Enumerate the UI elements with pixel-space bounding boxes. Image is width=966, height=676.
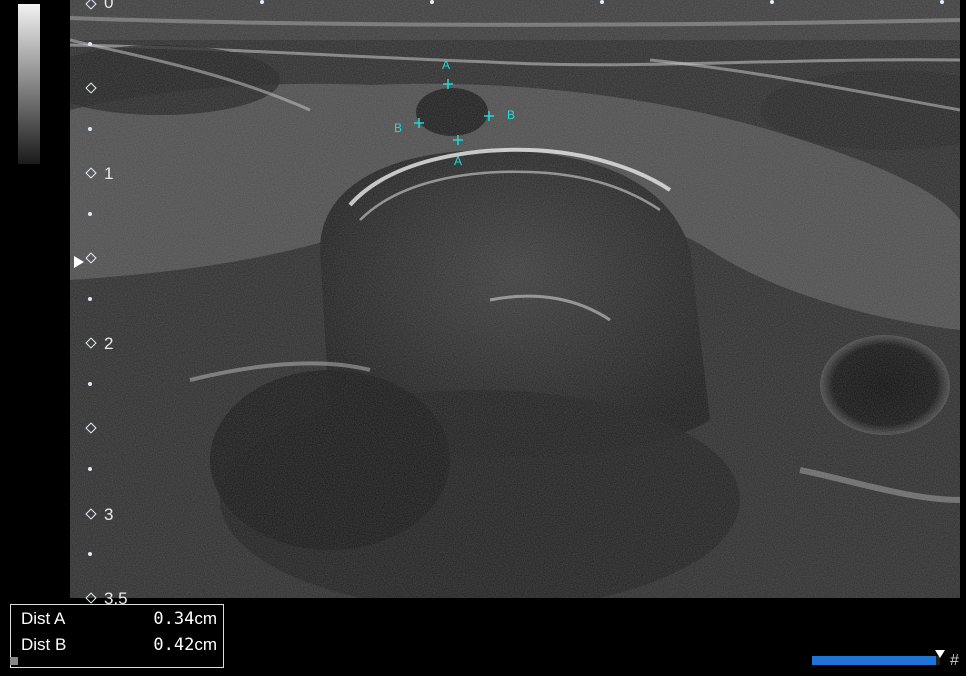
measurement-name: Dist B: [21, 635, 67, 654]
depth-tick: [88, 42, 92, 46]
ultrasound-image: A A B B: [70, 0, 960, 598]
depth-tick: [88, 212, 92, 216]
top-tick: [600, 0, 604, 4]
caliper-label-b-left: B: [394, 121, 402, 135]
focus-marker: [74, 256, 84, 268]
caliper-label-b-right: B: [507, 108, 515, 122]
top-tick: [770, 0, 774, 4]
caliper-label-a-bottom: A: [454, 154, 462, 168]
corner-square-icon: [10, 657, 18, 665]
depth-label-1: 1: [104, 164, 114, 183]
measurement-row-dist-a: Dist A 0.34cm: [21, 609, 217, 635]
cine-progress-fill: [812, 656, 937, 665]
top-tick: [430, 0, 434, 4]
measurement-value: 0.42cm: [153, 635, 217, 655]
depth-label-3: 3: [104, 505, 114, 524]
top-tick: [940, 0, 944, 4]
value-number: 0.34: [153, 609, 195, 629]
measurement-row-dist-b: Dist B 0.42cm: [21, 635, 217, 661]
top-tick: [260, 0, 264, 4]
cine-position-marker-icon[interactable]: [935, 650, 945, 658]
depth-tick: [88, 552, 92, 556]
frame-symbol: #: [950, 652, 959, 669]
caliper-label-a-top: A: [442, 58, 450, 72]
depth-tick: [88, 382, 92, 386]
measurement-box: Dist A 0.34cm Dist B 0.42cm: [10, 604, 224, 668]
cine-progress-bar[interactable]: [812, 656, 940, 665]
depth-tick: [88, 127, 92, 131]
depth-label-0: 0: [104, 0, 114, 12]
value-unit: cm: [194, 635, 217, 654]
grayscale-bar: [18, 4, 40, 164]
measurement-value: 0.34cm: [153, 609, 217, 629]
depth-tick: [88, 467, 92, 471]
depth-label-2: 2: [104, 334, 114, 353]
value-number: 0.42: [153, 635, 195, 655]
ultrasound-scan: A A B B: [70, 0, 960, 598]
value-unit: cm: [194, 609, 217, 628]
measurement-name: Dist A: [21, 609, 66, 628]
depth-tick: [88, 297, 92, 301]
